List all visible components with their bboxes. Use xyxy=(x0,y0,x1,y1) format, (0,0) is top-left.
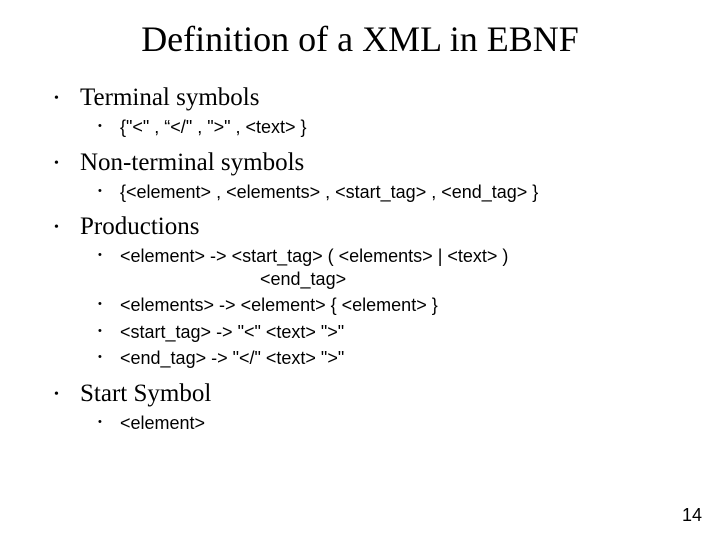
productions-items: <element> -> <start_tag> ( <elements> | … xyxy=(80,245,672,370)
section-heading: Start Symbol xyxy=(80,380,211,407)
start-items: <element> xyxy=(80,412,672,435)
section-terminal: Terminal symbols {"<" , “</" , ">" , <te… xyxy=(48,84,672,139)
list-item: <end_tag> -> "</" <text> ">" xyxy=(80,347,672,370)
production-continuation: <end_tag> xyxy=(120,268,672,291)
list-item: <elements> -> <element> { <element> } xyxy=(80,294,672,317)
terminal-items: {"<" , “</" , ">" , <text> } xyxy=(80,116,672,139)
list-item: <element> xyxy=(80,412,672,435)
nonterminal-items: {<element> , <elements> , <start_tag> , … xyxy=(80,181,672,204)
list-item: <element> -> <start_tag> ( <elements> | … xyxy=(80,245,672,290)
production-line: <element> -> <start_tag> ( <elements> | … xyxy=(120,246,508,266)
section-start-symbol: Start Symbol <element> xyxy=(48,380,672,435)
section-heading: Terminal symbols xyxy=(80,84,259,111)
top-list: Terminal symbols {"<" , “</" , ">" , <te… xyxy=(48,84,672,434)
list-item: {"<" , “</" , ">" , <text> } xyxy=(80,116,672,139)
page-number: 14 xyxy=(682,505,702,526)
section-productions: Productions <element> -> <start_tag> ( <… xyxy=(48,213,672,370)
section-heading: Non-terminal symbols xyxy=(80,149,304,176)
list-item: <start_tag> -> "<" <text> ">" xyxy=(80,321,672,344)
slide-title: Definition of a XML in EBNF xyxy=(48,18,672,60)
list-item: {<element> , <elements> , <start_tag> , … xyxy=(80,181,672,204)
section-heading: Productions xyxy=(80,213,199,240)
section-nonterminal: Non-terminal symbols {<element> , <eleme… xyxy=(48,149,672,204)
slide: Definition of a XML in EBNF Terminal sym… xyxy=(0,0,720,540)
